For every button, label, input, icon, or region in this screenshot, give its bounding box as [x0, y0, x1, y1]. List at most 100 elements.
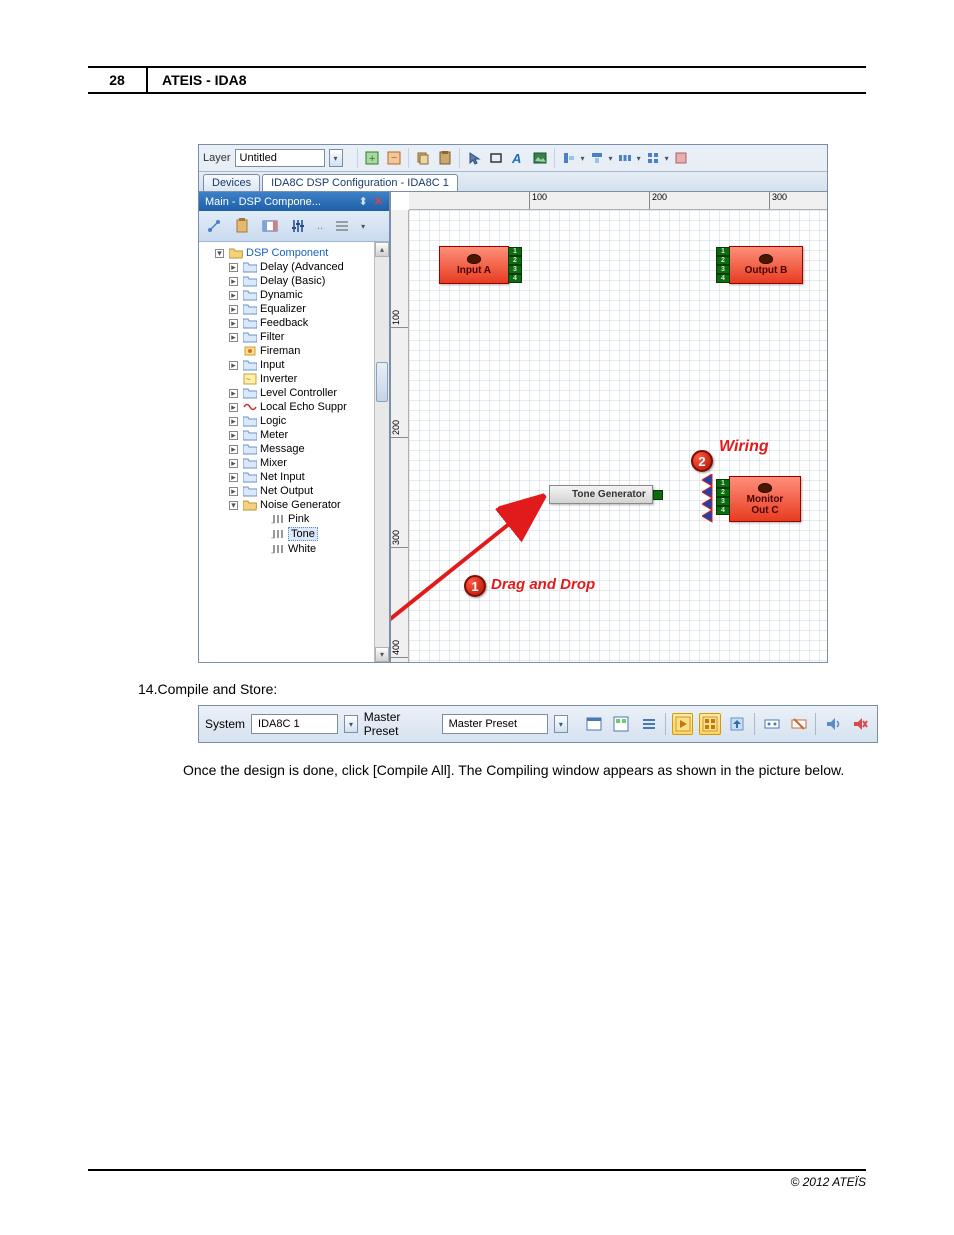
- dropdown-caret-icon[interactable]: ▾: [361, 222, 365, 231]
- matrix-icon[interactable]: [611, 713, 632, 735]
- tree-item[interactable]: ▸Level Controller: [229, 386, 387, 400]
- rect-tool-icon[interactable]: [486, 148, 506, 168]
- tree-item[interactable]: ▸Delay (Advanced: [229, 260, 387, 274]
- expand-icon[interactable]: ▸: [229, 445, 238, 454]
- expand-icon[interactable]: ▸: [229, 417, 238, 426]
- store-icon[interactable]: [727, 713, 748, 735]
- tree-item[interactable]: ▸Net Input: [229, 470, 387, 484]
- scrollbar[interactable]: ▴ ▾: [374, 242, 389, 662]
- input-pin[interactable]: 1: [716, 247, 730, 256]
- output-pin[interactable]: 1: [508, 247, 522, 256]
- mute-icon[interactable]: [850, 713, 871, 735]
- text-tool-icon[interactable]: A: [508, 148, 528, 168]
- tree-item[interactable]: ▸Meter: [229, 428, 387, 442]
- expand-icon[interactable]: ▸: [229, 291, 238, 300]
- expand-icon[interactable]: ▸: [229, 487, 238, 496]
- remove-layer-icon[interactable]: −: [384, 148, 404, 168]
- expand-icon[interactable]: ▸: [229, 305, 238, 314]
- image-tool-icon[interactable]: [530, 148, 550, 168]
- compile-icon[interactable]: [672, 713, 693, 735]
- schedule-icon[interactable]: [583, 713, 604, 735]
- tree-item[interactable]: ▸Mixer: [229, 456, 387, 470]
- tree-item[interactable]: ▸Logic: [229, 414, 387, 428]
- tree-item[interactable]: ▸Input: [229, 358, 387, 372]
- tree-item[interactable]: ▸Feedback: [229, 316, 387, 330]
- close-icon[interactable]: ✕: [374, 195, 383, 208]
- tree-root[interactable]: ▾ DSP Component: [215, 246, 387, 260]
- misc-tool-icon[interactable]: [671, 148, 691, 168]
- output-pin[interactable]: 2: [508, 256, 522, 265]
- design-canvas[interactable]: Input A 1 2 3 4 Output B 1: [409, 210, 827, 662]
- tree-item[interactable]: Fireman: [229, 344, 387, 358]
- align-top-icon[interactable]: [587, 148, 607, 168]
- connect-icon[interactable]: [205, 217, 223, 235]
- tree-item[interactable]: ~Tone: [243, 526, 387, 542]
- expand-icon[interactable]: ▸: [229, 361, 238, 370]
- expand-icon[interactable]: ▾: [229, 501, 238, 510]
- tree-item[interactable]: ▸Filter: [229, 330, 387, 344]
- expand-icon[interactable]: ▸: [229, 277, 238, 286]
- expand-icon[interactable]: ▸: [229, 459, 238, 468]
- expand-icon[interactable]: ▸: [229, 403, 238, 412]
- output-pin[interactable]: 4: [508, 274, 522, 283]
- block-monitor-out-c[interactable]: Monitor Out C 1 2 3 4: [729, 476, 801, 522]
- pointer-tool-icon[interactable]: [464, 148, 484, 168]
- expand-icon[interactable]: ▸: [229, 319, 238, 328]
- input-pin[interactable]: 2: [716, 256, 730, 265]
- expand-icon[interactable]: ▸: [229, 473, 238, 482]
- expand-icon[interactable]: ▸: [229, 431, 238, 440]
- add-layer-icon[interactable]: +: [362, 148, 382, 168]
- layer-input[interactable]: [235, 149, 325, 167]
- system-dropdown-arrow[interactable]: ▾: [344, 715, 358, 733]
- component-icon[interactable]: [261, 217, 279, 235]
- tree-item[interactable]: ▸Local Echo Suppr: [229, 400, 387, 414]
- tree-item[interactable]: ▾Noise Generator: [229, 498, 387, 512]
- block-tone-generator[interactable]: Tone Generator: [549, 485, 653, 504]
- input-pin[interactable]: 3: [716, 265, 730, 274]
- compile-all-icon[interactable]: [699, 713, 720, 735]
- preset-select[interactable]: Master Preset: [442, 714, 548, 734]
- copy-icon[interactable]: [413, 148, 433, 168]
- system-select[interactable]: IDA8C 1: [251, 714, 338, 734]
- clipboard-icon[interactable]: [233, 217, 251, 235]
- output-pin[interactable]: [653, 490, 663, 500]
- tree-item[interactable]: ▸Delay (Basic): [229, 274, 387, 288]
- tab-dsp-config[interactable]: IDA8C DSP Configuration - IDA8C 1: [262, 174, 458, 191]
- distribute-h-icon[interactable]: [615, 148, 635, 168]
- expand-icon[interactable]: ▸: [229, 389, 238, 398]
- scroll-up-icon[interactable]: ▴: [375, 242, 389, 257]
- tab-devices[interactable]: Devices: [203, 174, 260, 191]
- collapse-icon[interactable]: ▾: [215, 249, 224, 258]
- layer-dropdown-arrow[interactable]: ▾: [329, 149, 343, 167]
- dropdown-caret-icon[interactable]: ▾: [609, 154, 613, 163]
- dropdown-caret-icon[interactable]: ▾: [665, 154, 669, 163]
- list-icon[interactable]: [333, 217, 351, 235]
- align-left-icon[interactable]: [559, 148, 579, 168]
- speaker-icon[interactable]: [822, 713, 843, 735]
- preset-dropdown-arrow[interactable]: ▾: [554, 715, 568, 733]
- expand-icon[interactable]: ▸: [229, 333, 238, 342]
- tree-item[interactable]: ▸Net Output: [229, 484, 387, 498]
- input-pin[interactable]: 4: [716, 274, 730, 283]
- list-view-icon[interactable]: [638, 713, 659, 735]
- disconnect-device-icon[interactable]: [788, 713, 809, 735]
- grid-icon[interactable]: [643, 148, 663, 168]
- dropdown-caret-icon[interactable]: ▾: [581, 154, 585, 163]
- scroll-down-icon[interactable]: ▾: [375, 647, 389, 662]
- tree-item[interactable]: ~White: [243, 542, 387, 556]
- tree-item[interactable]: ~Inverter: [229, 372, 387, 386]
- tree-item[interactable]: ~Pink: [243, 512, 387, 526]
- audio-mixer-icon[interactable]: [289, 217, 307, 235]
- expand-icon[interactable]: ▸: [229, 263, 238, 272]
- pin-icon[interactable]: ⬍: [359, 195, 368, 208]
- block-input-a[interactable]: Input A 1 2 3 4: [439, 246, 509, 284]
- dropdown-caret-icon[interactable]: ▾: [637, 154, 641, 163]
- block-output-b[interactable]: Output B 1 2 3 4: [729, 246, 803, 284]
- scroll-thumb[interactable]: [376, 362, 388, 402]
- connect-device-icon[interactable]: [761, 713, 782, 735]
- tree-item[interactable]: ▸Message: [229, 442, 387, 456]
- tree-item[interactable]: ▸Dynamic: [229, 288, 387, 302]
- paste-icon[interactable]: [435, 148, 455, 168]
- component-tree[interactable]: ▾ DSP Component ▸Delay (Advanced▸Delay (…: [199, 242, 389, 662]
- output-pin[interactable]: 3: [508, 265, 522, 274]
